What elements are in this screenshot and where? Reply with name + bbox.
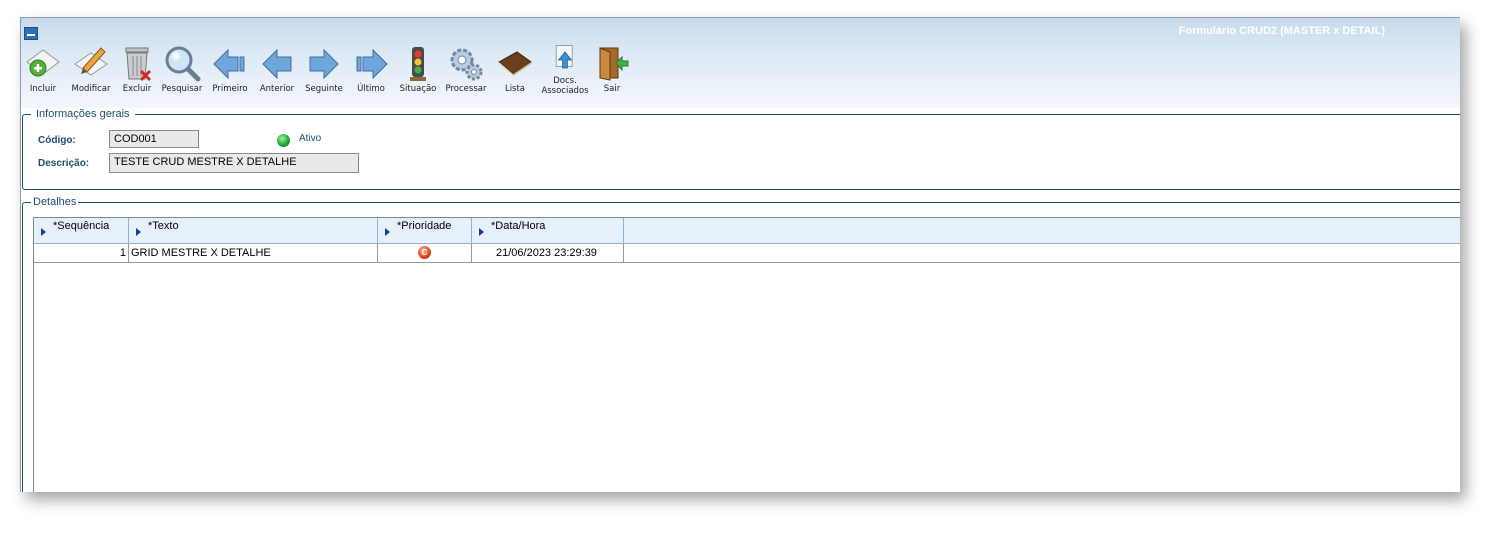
excluir-label: Excluir [122,84,152,94]
situacao-button[interactable]: Situação [397,44,439,104]
docs-label-line1: Docs. [553,76,577,86]
sort-arrow-icon [41,228,46,236]
magnifier-icon [165,46,201,82]
upload-doc-icon [555,45,573,69]
seguinte-button[interactable]: Seguinte [303,44,345,104]
toolbar-area: Formulário CRUD2 (MASTER x DETAIL) Inclu… [21,18,1460,108]
anterior-button[interactable]: Anterior [256,44,298,104]
table-row[interactable]: 1 GRID MESTRE X DETALHE C 21/06/2023 23:… [34,244,1460,263]
modificar-button[interactable]: Modificar [68,44,114,104]
anterior-label: Anterior [259,84,295,94]
ultimo-button[interactable]: Último [350,44,392,104]
seguinte-label: Seguinte [305,84,343,94]
cell-sequencia[interactable]: 1 [34,244,129,262]
cell-prioridade[interactable]: C [378,244,472,262]
col-header-data-hora[interactable]: *Data/Hora [472,218,624,243]
processar-label: Processar [445,84,487,94]
pesquisar-button[interactable]: Pesquisar [160,44,204,104]
col-header-texto[interactable]: *Texto [129,218,378,243]
next-arrow-icon [309,48,339,80]
incluir-label: Incluir [29,84,57,94]
exit-door-icon [599,47,629,81]
processar-button[interactable]: Processar [444,44,488,104]
col-header-label: *Data/Hora [491,220,546,232]
info-group: Informações gerais Código: COD001 Ativo … [22,108,1460,190]
sair-label: Sair [603,84,621,94]
modificar-label: Modificar [71,84,111,94]
pesquisar-label: Pesquisar [161,84,203,94]
lista-button[interactable]: Lista [493,44,537,104]
primeiro-button[interactable]: Primeiro [209,44,251,104]
sair-button[interactable]: Sair [593,44,631,104]
main-window: Formulário CRUD2 (MASTER x DETAIL) Inclu… [20,17,1460,492]
window-menu-icon[interactable] [24,27,38,40]
prev-arrow-icon [262,48,292,80]
toolbar: Incluir Modificar Excluir Pesquisar Prim… [23,44,636,104]
primeiro-label: Primeiro [212,84,248,94]
col-header-prioridade[interactable]: *Prioridade [378,218,472,243]
docs-associados-button[interactable]: Docs. Associados [541,44,589,104]
first-arrow-icon [213,48,245,80]
lista-label: Lista [504,84,526,94]
cell-data-hora[interactable]: 21/06/2023 23:29:39 [472,244,624,262]
ultimo-label: Último [357,84,385,94]
sort-arrow-icon [479,228,484,236]
sort-arrow-icon [136,228,141,236]
priority-icon: C [418,246,431,259]
window-title: Formulário CRUD2 (MASTER x DETAIL) [1178,25,1385,37]
detalhes-legend: Detalhes [31,196,79,208]
incluir-button[interactable]: Incluir [23,44,63,104]
book-icon [498,51,532,76]
status-active-icon [277,134,290,147]
last-arrow-icon [356,48,388,80]
sort-arrow-icon [385,228,390,236]
cell-texto[interactable]: GRID MESTRE X DETALHE [129,244,378,262]
add-document-icon [26,49,60,77]
codigo-field[interactable]: COD001 [109,130,199,148]
info-legend: Informações gerais [31,108,135,120]
descricao-field[interactable]: TESTE CRUD MESTRE X DETALHE [109,153,359,173]
codigo-label: Código: [38,135,76,146]
descricao-label: Descrição: [38,158,90,169]
trash-delete-icon [125,47,152,82]
col-header-sequencia[interactable]: *Sequência [34,218,129,243]
col-header-label: *Sequência [53,220,110,232]
situacao-label: Situação [399,84,437,94]
docs-label-line2: Associados [541,86,589,96]
col-header-label: *Texto [148,220,179,232]
status-text: Ativo [299,133,322,144]
traffic-light-icon [410,47,426,81]
edit-pencil-icon [74,47,108,76]
detalhes-grid: *Sequência *Texto *Prioridade *Data/Hora… [33,217,1460,492]
grid-header: *Sequência *Texto *Prioridade *Data/Hora [34,218,1460,244]
col-header-label: *Prioridade [397,220,452,232]
gears-icon [450,48,483,81]
excluir-button[interactable]: Excluir [119,44,155,104]
